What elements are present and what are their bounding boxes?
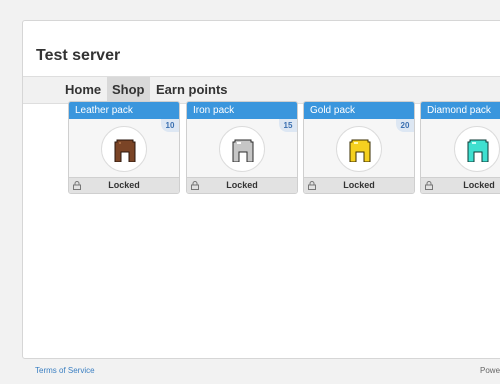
pack-name: Diamond pack <box>421 102 500 119</box>
diamond-helmet-icon <box>467 139 489 162</box>
pack-card-gold[interactable]: Gold pack 20 Locked <box>303 101 415 194</box>
pack-status-bar: Locked <box>69 177 179 193</box>
pack-status-bar: Locked <box>304 177 414 193</box>
nav-shop[interactable]: Shop <box>107 77 150 103</box>
pack-icon-frame <box>336 126 382 172</box>
site-title: Test server <box>36 47 121 64</box>
leather-helmet-icon <box>114 139 136 162</box>
pack-status-bar: Locked <box>421 177 500 193</box>
pack-card-leather[interactable]: Leather pack 10 Locked <box>68 101 180 194</box>
pack-status-bar: Locked <box>187 177 297 193</box>
terms-of-service-link[interactable]: Terms of Service <box>35 366 95 375</box>
pack-card-iron[interactable]: Iron pack 15 Locked <box>186 101 298 194</box>
gold-helmet-icon <box>349 139 371 162</box>
pack-cost-badge: 15 <box>279 119 297 132</box>
nav-earn-points[interactable]: Earn points <box>151 77 233 103</box>
pack-name: Iron pack <box>187 102 297 119</box>
pack-status: Locked <box>343 180 375 190</box>
pack-name: Leather pack <box>69 102 179 119</box>
powered-by-text: Powe <box>480 366 500 375</box>
pack-name: Gold pack <box>304 102 414 119</box>
pack-icon-frame <box>454 126 500 172</box>
pack-status: Locked <box>226 180 258 190</box>
pack-icon-frame <box>101 126 147 172</box>
iron-helmet-icon <box>232 139 254 162</box>
pack-status: Locked <box>463 180 495 190</box>
nav-bar: Home Shop Earn points <box>23 76 500 104</box>
nav-home[interactable]: Home <box>60 77 106 103</box>
pack-cost-badge: 20 <box>396 119 414 132</box>
pack-icon-frame <box>219 126 265 172</box>
pack-cost-badge: 10 <box>161 119 179 132</box>
pack-status: Locked <box>108 180 140 190</box>
pack-card-diamond[interactable]: Diamond pack Locked <box>420 101 500 194</box>
